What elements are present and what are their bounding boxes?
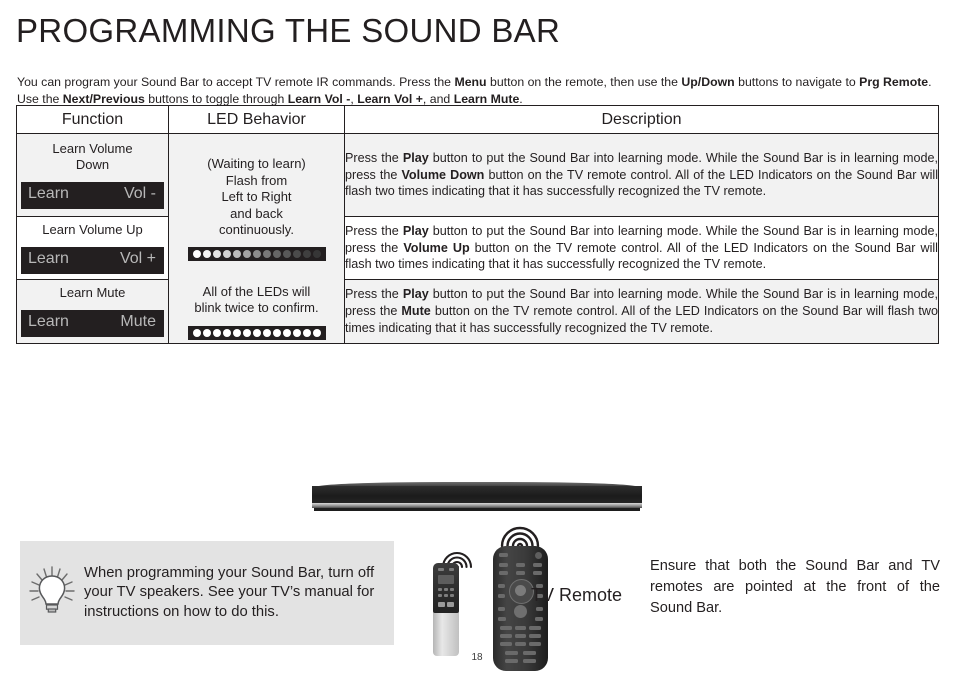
led-dot (252, 250, 261, 259)
desc-text: Press the (345, 223, 403, 238)
desc-bold-action: Volume Up (403, 240, 470, 255)
function-label: Learn Volume Down (52, 140, 133, 172)
desc-bold-action: Mute (401, 303, 431, 318)
lcd-right-text: Vol - (123, 184, 156, 202)
led-dot (202, 250, 211, 259)
table-row: Learn Mute Learn Mute Press the Play but… (16, 279, 939, 344)
intro-bold-menu: Menu (454, 75, 487, 90)
ir-wave-icon-tv-remote (500, 526, 540, 548)
led-dot (252, 329, 261, 338)
led-dot (202, 329, 211, 338)
led-strip-solid (187, 326, 326, 341)
desc-text: Press the (345, 287, 403, 302)
led-dot (282, 250, 291, 259)
lcd-display-mute: Learn Mute (21, 310, 164, 338)
desc-bold-action: Volume Down (401, 167, 485, 182)
function-cell-learn-volume-down: Learn Volume Down Learn Vol - (16, 133, 169, 217)
description-cell-learn-volume-down: Press the Play button to put the Sound B… (344, 133, 939, 217)
led-dot (242, 329, 251, 338)
lcd-display-vol-down: Learn Vol - (21, 181, 164, 209)
description-cell-learn-mute: Press the Play button to put the Sound B… (344, 279, 939, 344)
led-dot (292, 329, 301, 338)
led-behavior-cell: (Waiting to learn) Flash from Left to Ri… (168, 133, 345, 344)
programming-table: Function LED Behavior Description Learn … (16, 105, 939, 344)
tv-remote-label: TV Remote (531, 585, 623, 605)
table-row: Learn Volume Up Learn Vol + Press the Pl… (16, 215, 939, 281)
page-number: 18 (471, 652, 483, 663)
function-label: Learn Volume Up (42, 221, 143, 237)
desc-bold-play: Play (402, 150, 429, 165)
sound-bar-remote-illustration (433, 563, 459, 656)
table-row: Learn Volume Down Learn Vol - (Waiting t… (16, 133, 939, 344)
desc-text: button on the TV remote control. All of … (345, 303, 938, 335)
column-header-led-behavior: LED Behavior (168, 105, 345, 134)
lcd-right-text: Vol + (119, 249, 156, 267)
lcd-left-text: Learn (28, 249, 69, 267)
led-dot (292, 250, 301, 259)
led-dot (312, 250, 321, 259)
led-dot (262, 329, 271, 338)
led-dot (272, 250, 281, 259)
intro-text-2: button on the remote, then use the (486, 75, 682, 90)
led-dot (192, 250, 201, 259)
led-dot (212, 329, 221, 338)
desc-bold-play: Play (402, 287, 429, 302)
led-dot (312, 329, 321, 338)
right-note-text: Ensure that both the Sound Bar and TV re… (650, 558, 940, 616)
function-label: Learn Mute (59, 285, 126, 301)
led-behavior-text-waiting: (Waiting to learn) Flash from Left to Ri… (207, 156, 306, 237)
led-dot (242, 250, 251, 259)
led-strip-gradient (187, 247, 326, 262)
lightbulb-icon (20, 559, 84, 628)
lcd-display-vol-up: Learn Vol + (21, 246, 164, 274)
column-header-function: Function (16, 105, 169, 134)
description-cell-learn-volume-up: Press the Play button to put the Sound B… (344, 215, 939, 281)
intro-text-3: buttons to navigate to (734, 75, 860, 90)
led-dot (192, 329, 201, 338)
column-header-description: Description (344, 105, 939, 134)
lcd-left-text: Learn (28, 184, 69, 202)
sound-bar-remote-top (433, 563, 459, 613)
led-dot (222, 329, 231, 338)
led-dot (302, 329, 311, 338)
lcd-right-text: Mute (120, 313, 156, 331)
sound-bar-remote-bottom (433, 612, 459, 656)
led-dot (272, 329, 281, 338)
function-cell-learn-volume-up: Learn Volume Up Learn Vol + (16, 215, 169, 281)
led-dot (302, 250, 311, 259)
tip-callout-box: When programming your Sound Bar, turn of… (20, 541, 394, 645)
page-title: PROGRAMMING THE SOUND BAR (16, 12, 561, 49)
led-behavior-text-confirm: All of the LEDs will blink twice to conf… (194, 283, 319, 316)
led-dot (262, 250, 271, 259)
intro-bold-updown: Up/Down (681, 75, 735, 90)
led-dot (232, 250, 241, 259)
led-dot (212, 250, 221, 259)
sound-bar-shadow (314, 508, 640, 511)
sound-bar-body (312, 486, 642, 504)
intro-bold-prg-remote: Prg Remote (859, 75, 929, 90)
intro-paragraph: You can program your Sound Bar to accept… (17, 74, 937, 108)
led-dot (232, 329, 241, 338)
desc-bold-play: Play (402, 223, 429, 238)
led-dot (282, 329, 291, 338)
table-header-row: Function LED Behavior Description (16, 105, 939, 134)
function-cell-learn-mute: Learn Mute Learn Mute (16, 279, 169, 344)
intro-text-1: You can program your Sound Bar to accept… (17, 75, 455, 90)
tip-text: When programming your Sound Bar, turn of… (84, 564, 375, 620)
desc-text: Press the (345, 150, 403, 165)
led-dot (222, 250, 231, 259)
sound-bar-illustration (312, 482, 642, 512)
lcd-left-text: Learn (28, 313, 69, 331)
